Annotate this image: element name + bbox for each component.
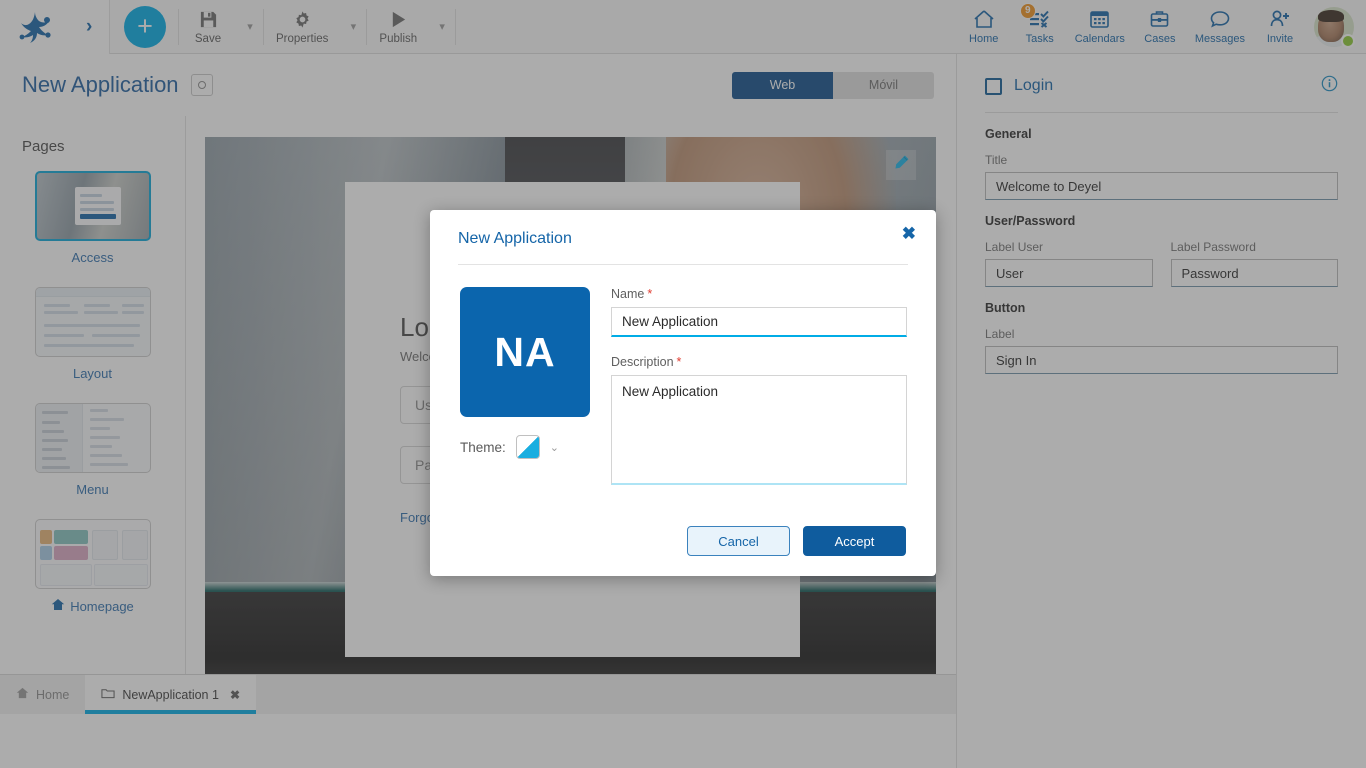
required-marker: * (676, 355, 682, 369)
accept-button[interactable]: Accept (803, 526, 906, 556)
name-label-text: Name (611, 287, 645, 301)
dialog-header: New Application ✖ (430, 210, 936, 248)
theme-label: Theme: (460, 439, 506, 455)
name-label: Name * (611, 287, 907, 301)
theme-swatch[interactable] (515, 435, 540, 459)
required-marker: * (647, 287, 653, 301)
dialog-left-column: NA Theme: ⌄ (460, 287, 590, 485)
cancel-button[interactable]: Cancel (687, 526, 790, 556)
dialog-right-column: Name * New Application Description * New A… (611, 287, 907, 485)
theme-selector: Theme: ⌄ (460, 435, 590, 459)
chevron-down-icon[interactable]: ⌄ (550, 441, 559, 454)
dialog-body: NA Theme: ⌄ Name * New Application Descri… (430, 265, 936, 485)
app-initials-tile[interactable]: NA (460, 287, 590, 417)
new-application-dialog: New Application ✖ NA Theme: ⌄ Name * New … (430, 210, 936, 576)
dialog-title: New Application (458, 230, 572, 247)
dialog-footer: Cancel Accept (687, 526, 906, 556)
name-input[interactable]: New Application (611, 307, 907, 337)
description-label-text: Description (611, 355, 674, 369)
close-icon[interactable]: ✖ (902, 225, 916, 242)
description-textarea[interactable]: New Application (611, 375, 907, 485)
application-window: › + Save ▾ Properties ▾ Publish ▾ Home 9… (0, 0, 1366, 768)
description-label: Description * (611, 355, 907, 369)
